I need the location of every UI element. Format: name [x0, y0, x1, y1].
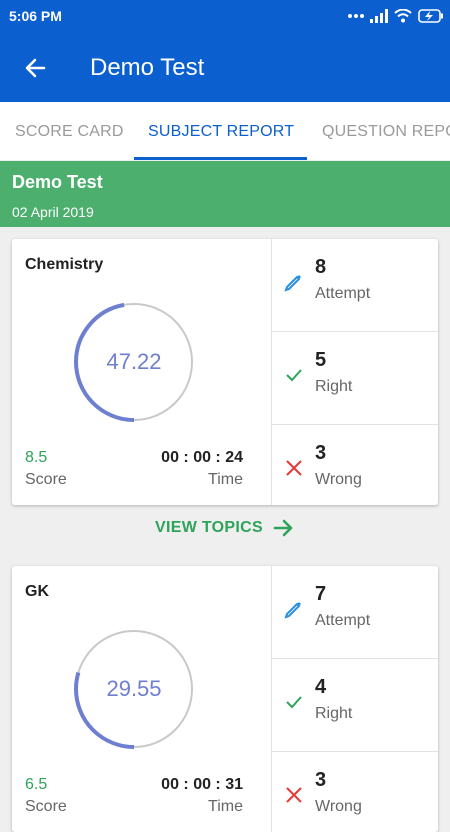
status-bar: 5:06 PM	[0, 0, 450, 30]
tab-score-card[interactable]: SCORE CARD	[15, 102, 124, 160]
score-label: Score	[25, 798, 67, 815]
subject-card-chemistry: Chemistry 47.22 8.5 Score 00 : 00 : 24 T…	[12, 239, 438, 505]
test-info-banner: Demo Test 02 April 2019	[0, 161, 450, 227]
score-label: Score	[25, 471, 67, 488]
time-label: Time	[208, 798, 243, 815]
tab-bar: SCORE CARD SUBJECT REPORT QUESTION REPOR…	[0, 102, 450, 160]
score-value: 6.5	[25, 776, 48, 793]
app-bar: 5:06 PM Demo Test	[0, 0, 450, 102]
check-icon	[286, 369, 302, 382]
right-count: 4	[315, 676, 327, 698]
arrow-right-icon	[273, 519, 293, 537]
view-topics-button[interactable]: VIEW TOPICS	[12, 505, 438, 551]
wrong-label: Wrong	[315, 798, 362, 815]
percentage-value: 47.22	[106, 349, 162, 374]
time-value: 00 : 00 : 31	[161, 776, 243, 793]
test-name: Demo Test	[12, 172, 103, 192]
wrong-count: 3	[315, 442, 327, 464]
cross-icon	[286, 787, 302, 803]
subject-card-gk: GK 29.55 6.5 Score 00 : 00 : 31 Time 7 A…	[12, 566, 438, 832]
subject-name: GK	[25, 583, 49, 600]
wrong-count: 3	[315, 769, 327, 791]
status-icons	[348, 6, 444, 26]
right-label: Right	[315, 705, 353, 722]
score-value: 8.5	[25, 449, 48, 466]
test-date: 02 April 2019	[12, 204, 94, 220]
right-label: Right	[315, 378, 353, 395]
back-arrow-icon[interactable]	[20, 52, 52, 84]
right-stat: 4 Right	[272, 659, 438, 751]
wrong-label: Wrong	[315, 471, 362, 488]
attempt-label: Attempt	[315, 285, 371, 302]
subject-name: Chemistry	[25, 256, 104, 273]
status-time: 5:06 PM	[9, 8, 62, 24]
right-count: 5	[315, 349, 327, 371]
check-icon	[286, 696, 302, 709]
pencil-icon	[284, 275, 301, 292]
attempt-count: 7	[315, 583, 327, 605]
tab-subject-report[interactable]: SUBJECT REPORT	[148, 102, 294, 160]
wrong-stat: 3 Wrong	[272, 425, 438, 505]
wifi-icon	[394, 9, 412, 23]
active-tab-indicator	[134, 157, 307, 160]
more-dots-icon	[348, 14, 364, 18]
time-label: Time	[208, 471, 243, 488]
cross-icon	[286, 460, 302, 476]
attempt-label: Attempt	[315, 612, 371, 629]
right-stat: 5 Right	[272, 332, 438, 424]
signal-icon	[370, 9, 388, 23]
page-title: Demo Test	[90, 54, 205, 81]
attempt-stat: 7 Attempt	[272, 566, 438, 658]
wrong-stat: 3 Wrong	[272, 752, 438, 832]
percentage-value: 29.55	[106, 676, 162, 701]
tab-question-report[interactable]: QUESTION REPORT	[322, 102, 450, 160]
view-topics-label: VIEW TOPICS	[155, 519, 263, 536]
time-value: 00 : 00 : 24	[161, 449, 243, 466]
attempt-stat: 8 Attempt	[272, 239, 438, 331]
pencil-icon	[284, 602, 301, 619]
battery-charging-icon	[418, 9, 443, 23]
attempt-count: 8	[315, 256, 327, 278]
